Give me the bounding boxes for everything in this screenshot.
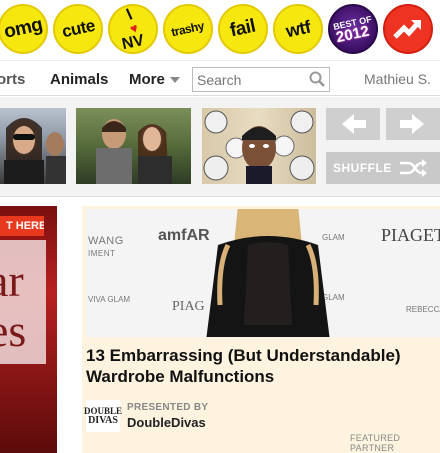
promo-line-1: ar	[0, 255, 24, 306]
user-menu[interactable]: Mathieu S.	[364, 71, 431, 87]
search-icon[interactable]	[309, 71, 325, 87]
shuffle-icon	[399, 159, 427, 177]
backdrop-logo-piaget: PIAGET	[381, 225, 440, 245]
trashy-badge-label: trashy	[170, 18, 206, 40]
arrow-right-icon	[400, 114, 424, 134]
left-promo-panel[interactable]: T HERE ar es	[0, 206, 57, 453]
thumbnail-meme-collage[interactable]	[202, 108, 316, 184]
thumbnail-image	[4, 118, 66, 184]
backdrop-logo-viva-glam: VIVA GLAM	[88, 295, 131, 304]
thumbnail-strip: SHUFFLE	[0, 97, 440, 197]
omg-badge[interactable]: omg	[0, 4, 48, 54]
cute-badge[interactable]: cute	[53, 4, 103, 54]
promo-tag: T HERE	[0, 216, 44, 236]
trending-badge[interactable]	[383, 4, 433, 54]
nav-item-animals[interactable]: Animals	[50, 71, 108, 88]
arrow-left-icon	[342, 114, 366, 134]
previous-button[interactable]	[326, 108, 380, 140]
thumbnail-couple[interactable]	[76, 108, 191, 184]
wtf-badge-label: wtf	[283, 16, 312, 41]
sponsor-logo-bottom: DIVAS	[88, 415, 118, 426]
best-of-2012-badge[interactable]: BEST OF 2012	[328, 4, 378, 54]
promo-line-2: es	[0, 305, 27, 356]
wtf-badge[interactable]: wtf	[273, 4, 323, 54]
article-photo-person	[206, 209, 330, 337]
thumbnail-image	[96, 119, 172, 184]
best-of-year: 2012	[334, 22, 372, 47]
shuffle-button[interactable]: SHUFFLE	[326, 152, 440, 184]
nav-bar: orts Animals More Mathieu S.	[0, 60, 440, 96]
nav-item-sports[interactable]: orts	[0, 71, 25, 88]
badge-row: omg cute l ♥ NV trashy fail wtf BEST OF 2…	[0, 0, 440, 58]
chevron-down-icon	[169, 77, 180, 84]
omg-badge-label: omg	[1, 14, 44, 43]
search-box	[192, 67, 330, 92]
backdrop-logo-rebecca: REBECCA	[406, 305, 440, 314]
sponsor-name-link[interactable]: DoubleDivas	[127, 415, 206, 430]
lnv-badge-bottom: NV	[120, 31, 146, 54]
featured-article-card: WANG IMENT amfAR GLAM PIAGET VIVA GLAM PI…	[82, 206, 440, 453]
shuffle-label: SHUFFLE	[333, 161, 392, 175]
trashy-badge[interactable]: trashy	[163, 4, 213, 54]
featured-partner-label: FEATURED PARTNER	[350, 433, 401, 453]
trending-arrow-icon	[393, 20, 421, 39]
nav-item-more[interactable]: More	[129, 71, 180, 88]
doubledivas-logo[interactable]: DOUBLE DIVAS	[84, 400, 122, 432]
thumbnail-image	[203, 110, 315, 184]
presented-by-label: PRESENTED BY	[127, 402, 209, 413]
fail-badge-label: fail	[228, 15, 258, 42]
next-button[interactable]	[386, 108, 440, 140]
fail-badge[interactable]: fail	[218, 4, 268, 54]
promo-text-panel: ar es	[0, 240, 46, 364]
thumbnail-celebrity[interactable]	[0, 108, 66, 184]
cute-badge-label: cute	[59, 15, 96, 42]
search-input[interactable]	[193, 68, 303, 91]
nav-more-label: More	[129, 71, 165, 88]
article-image[interactable]: WANG IMENT amfAR GLAM PIAGET VIVA GLAM PI…	[86, 209, 440, 337]
backdrop-logo-wang: WANG IMENT	[88, 235, 124, 258]
lnv-badge[interactable]: l ♥ NV	[108, 4, 158, 54]
article-title[interactable]: 13 Embarrassing (But Understandable) War…	[86, 345, 436, 387]
